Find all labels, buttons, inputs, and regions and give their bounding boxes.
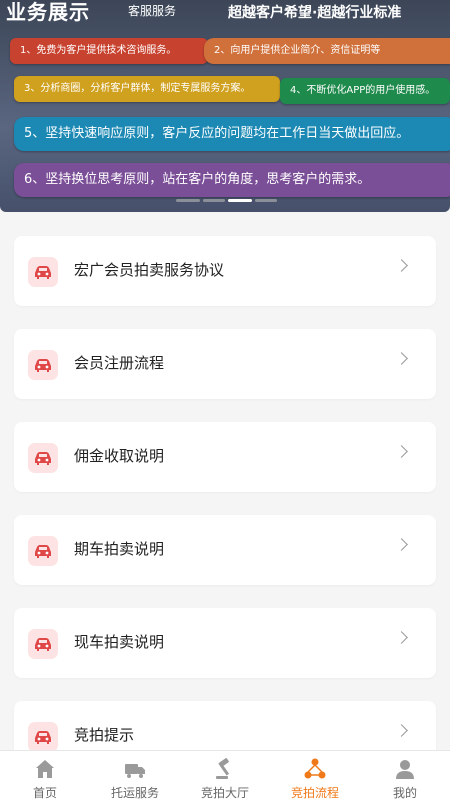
tab-label: 竞拍大厅	[200, 786, 249, 800]
list-item-label: 现车拍卖说明	[74, 633, 165, 651]
tab-shipping[interactable]: 托运服务	[90, 751, 180, 801]
carousel-dot[interactable]	[255, 199, 277, 202]
tab-mine[interactable]: 我的	[360, 751, 450, 801]
tab-label: 我的	[392, 786, 417, 800]
user-icon	[393, 757, 417, 781]
banner-item-4: 4、不断优化APP的用户使用感。	[280, 78, 450, 104]
carousel-dot[interactable]	[176, 199, 200, 202]
banner-slogan: 超越客户希望·超越行业标准	[228, 5, 402, 21]
car-icon	[28, 722, 58, 752]
list-item-registration-flow[interactable]: 会员注册流程	[14, 329, 436, 399]
carousel-dot-active[interactable]	[228, 199, 252, 202]
chevron-right-icon	[395, 445, 408, 458]
list-item-label: 竞拍提示	[74, 726, 135, 744]
carousel-indicator[interactable]	[176, 199, 277, 203]
promo-banner[interactable]: 业务展示 客服服务 超越客户希望·超越行业标准 1、免费为客户提供技术咨询服务。…	[0, 0, 450, 212]
car-icon	[28, 443, 58, 473]
banner-item-5: 5、坚持快速响应原则，客户反应的问题均在工作日当天做出回应。	[14, 117, 450, 151]
list-item-future-car-auction[interactable]: 期车拍卖说明	[14, 515, 436, 585]
chevron-right-icon	[395, 259, 408, 272]
banner-item-2: 2、向用户提供企业简介、资信证明等	[204, 38, 450, 64]
tab-auction-process[interactable]: 竞拍流程	[270, 751, 360, 801]
list-item-label: 宏广会员拍卖服务协议	[74, 261, 225, 279]
banner-item-3: 3、分析商圈，分析客户群体，制定专属服务方案。	[14, 76, 280, 102]
tab-label: 托运服务	[110, 786, 159, 800]
flow-icon	[303, 757, 327, 781]
banner-subtitle: 客服服务	[128, 4, 177, 18]
list-item-service-agreement[interactable]: 宏广会员拍卖服务协议	[14, 236, 436, 306]
bottom-tab-bar: 首页 托运服务 竞拍大厅 竞拍流程 我的	[0, 750, 450, 801]
tab-label: 竞拍流程	[290, 786, 339, 800]
gavel-icon	[213, 757, 237, 781]
chevron-right-icon	[395, 724, 408, 737]
tab-label: 首页	[32, 786, 57, 800]
list-item-label: 期车拍卖说明	[74, 540, 165, 558]
banner-title: 业务展示	[6, 0, 90, 24]
car-icon	[28, 257, 58, 287]
home-icon	[33, 757, 57, 781]
chevron-right-icon	[395, 352, 408, 365]
tab-auction-hall[interactable]: 竞拍大厅	[180, 751, 270, 801]
truck-icon	[123, 757, 147, 781]
chevron-right-icon	[395, 538, 408, 551]
car-icon	[28, 629, 58, 659]
chevron-right-icon	[395, 631, 408, 644]
list-item-label: 佣金收取说明	[74, 447, 165, 465]
car-icon	[28, 536, 58, 566]
list-item-spot-car-auction[interactable]: 现车拍卖说明	[14, 608, 436, 678]
list-item-label: 会员注册流程	[74, 354, 165, 372]
list-item-commission[interactable]: 佣金收取说明	[14, 422, 436, 492]
banner-item-1: 1、免费为客户提供技术咨询服务。	[10, 38, 208, 64]
car-icon	[28, 350, 58, 380]
tab-home[interactable]: 首页	[0, 751, 90, 801]
carousel-dot[interactable]	[203, 199, 225, 202]
banner-item-6: 6、坚持换位思考原则，站在客户的角度，思考客户的需求。	[14, 163, 450, 197]
